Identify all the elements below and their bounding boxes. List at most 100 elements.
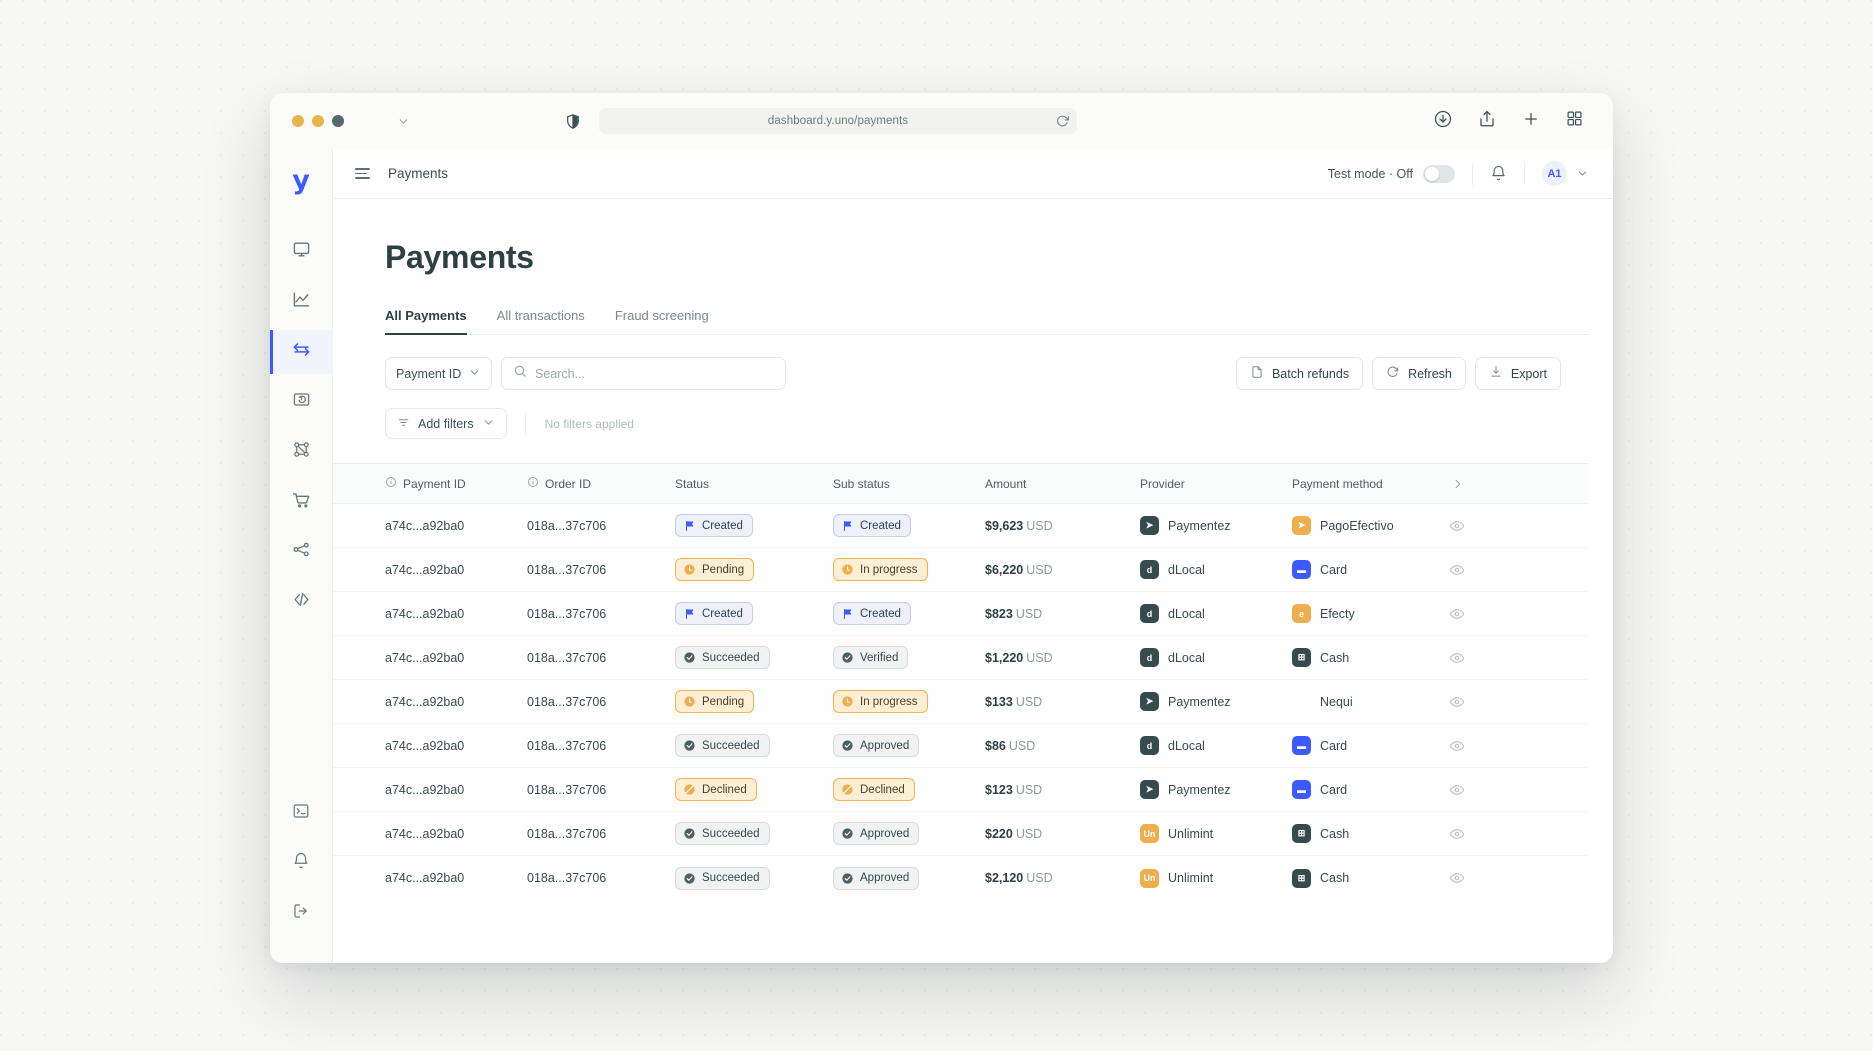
batch-refunds-button[interactable]: Batch refunds (1235, 357, 1364, 390)
column-header-provider[interactable]: Provider (1140, 477, 1292, 491)
view-payment-icon[interactable] (1427, 782, 1465, 798)
sidebar-item-analytics[interactable] (270, 280, 333, 324)
cell-amount: $2,120 USD (985, 871, 1053, 885)
provider-logo-icon: d (1140, 648, 1159, 667)
payments-table: Payment ID Order ID Status Sub status Am… (333, 463, 1589, 900)
view-payment-icon[interactable] (1427, 738, 1465, 754)
cell-payment-method: ⊞ Cash (1292, 648, 1427, 667)
sidebar-item-routing[interactable] (270, 430, 333, 474)
view-payment-icon[interactable] (1427, 650, 1465, 666)
sidebar-item-refunds[interactable] (270, 380, 333, 424)
currency-label: USD (1026, 871, 1053, 885)
tab-all-payments[interactable]: All Payments (385, 308, 467, 335)
search-field-select[interactable]: Payment ID (385, 357, 492, 390)
tab-all-transactions[interactable]: All transactions (497, 308, 585, 334)
app-root: y Payments Test mode · Off A1 Payments A… (270, 149, 1613, 963)
search-field-select-value: Payment ID (396, 366, 462, 381)
chevron-down-icon (468, 366, 481, 382)
sidebar-item-checkout[interactable] (270, 480, 333, 524)
transfer-arrows-icon (292, 340, 311, 364)
traffic-lights[interactable] (292, 115, 344, 127)
succeeded-icon (841, 827, 854, 840)
share-icon[interactable] (1478, 110, 1496, 133)
logout-icon (292, 902, 310, 925)
cell-payment-method: ⬢ Nequi (1292, 692, 1427, 711)
sidebar-item-dashboard[interactable] (270, 230, 333, 274)
tab-overview-icon[interactable] (1566, 110, 1583, 132)
column-header-order-id[interactable]: Order ID (527, 476, 675, 491)
sub-status-badge: In progress (833, 558, 928, 581)
table-row[interactable]: a74c...a92ba0 018a...37c706 Created Created… (333, 504, 1589, 548)
cell-provider: ➤ Paymentez (1140, 780, 1292, 799)
status-badge: Succeeded (675, 866, 770, 890)
table-row[interactable]: a74c...a92ba0 018a...37c706 Succeeded Appro… (333, 812, 1589, 856)
sidebar-item-logout[interactable] (270, 891, 333, 935)
sidebar-item-console[interactable] (270, 791, 333, 835)
cell-amount: $1,220 USD (985, 650, 1053, 665)
sub-status-badge: Approved (833, 734, 920, 757)
sidebar-item-connections[interactable] (270, 530, 333, 574)
table-row[interactable]: a74c...a92ba0 018a...37c706 Pending In prog… (333, 680, 1589, 724)
cell-provider: d dLocal (1140, 648, 1292, 667)
view-payment-icon[interactable] (1427, 826, 1465, 842)
sidebar-item-developers[interactable] (270, 580, 333, 624)
cell-payment-method: ⊞ Cash (1292, 824, 1427, 843)
search-input[interactable] (535, 366, 774, 381)
sidebar-toggle-chevron-icon[interactable] (397, 115, 410, 128)
cell-sub-status: In progress (833, 690, 985, 713)
add-filters-button[interactable]: Add filters (385, 408, 507, 439)
column-header-payment-method[interactable]: Payment method (1292, 477, 1427, 491)
refresh-label: Refresh (1408, 366, 1452, 381)
shield-icon[interactable] (565, 113, 581, 130)
sidebar-item-payments[interactable] (270, 330, 333, 374)
cell-payment-method: ▬ Card (1292, 780, 1427, 799)
cell-payment-method: ➤ PagoEfectivo (1292, 516, 1427, 535)
test-mode-toggle[interactable] (1423, 164, 1455, 183)
tab-fraud-screening[interactable]: Fraud screening (615, 308, 709, 334)
cell-sub-status: Created (833, 514, 985, 537)
brand-logo[interactable]: y (292, 167, 310, 194)
sub-status-badge: Approved (833, 866, 920, 890)
payment-method-icon: ▬ (1292, 560, 1311, 579)
table-row[interactable]: a74c...a92ba0 018a...37c706 Succeeded Appro… (333, 724, 1589, 768)
sub-status-badge: In progress (833, 690, 928, 713)
table-row[interactable]: a74c...a92ba0 018a...37c706 Succeeded Appro… (333, 856, 1589, 900)
export-button[interactable]: Export (1474, 357, 1561, 390)
notifications-bell-icon[interactable] (1490, 165, 1507, 182)
table-row[interactable]: a74c...a92ba0 018a...37c706 Succeeded Verif… (333, 636, 1589, 680)
column-scroll-right-icon[interactable] (1427, 477, 1465, 491)
new-tab-icon[interactable] (1522, 110, 1540, 133)
view-payment-icon[interactable] (1427, 870, 1465, 886)
column-header-amount[interactable]: Amount (985, 477, 1140, 491)
close-window-button[interactable] (292, 115, 304, 127)
download-icon[interactable] (1434, 110, 1452, 133)
menu-toggle-icon[interactable] (355, 168, 370, 179)
payment-method-icon: e (1292, 604, 1311, 623)
currency-label: USD (1008, 738, 1036, 753)
sidebar-item-notifications[interactable] (270, 841, 333, 885)
chevron-down-icon[interactable] (1576, 167, 1589, 180)
payment-method-icon: ▬ (1292, 736, 1311, 755)
table-row[interactable]: a74c...a92ba0 018a...37c706 Pending In prog… (333, 548, 1589, 592)
payment-method-icon: ➤ (1292, 516, 1311, 535)
view-payment-icon[interactable] (1427, 562, 1465, 578)
view-payment-icon[interactable] (1427, 694, 1465, 710)
column-header-sub-status[interactable]: Sub status (833, 477, 985, 491)
view-payment-icon[interactable] (1427, 518, 1465, 534)
page-title: Payments (385, 239, 534, 275)
view-payment-icon[interactable] (1427, 606, 1465, 622)
search-box[interactable] (501, 357, 786, 390)
maximize-window-button[interactable] (332, 115, 344, 127)
table-row[interactable]: a74c...a92ba0 018a...37c706 Declined Declin… (333, 768, 1589, 812)
column-header-payment-id[interactable]: Payment ID (385, 476, 527, 491)
cell-provider: d dLocal (1140, 736, 1292, 755)
nodes-icon (292, 440, 311, 464)
refresh-button[interactable]: Refresh (1372, 357, 1466, 390)
address-bar[interactable]: dashboard.y.uno/payments (599, 108, 1077, 134)
minimize-window-button[interactable] (312, 115, 324, 127)
cart-icon (292, 490, 311, 514)
avatar[interactable]: A1 (1542, 161, 1567, 186)
table-row[interactable]: a74c...a92ba0 018a...37c706 Created Created… (333, 592, 1589, 636)
reload-icon[interactable] (1056, 115, 1069, 128)
column-header-status[interactable]: Status (675, 477, 833, 491)
